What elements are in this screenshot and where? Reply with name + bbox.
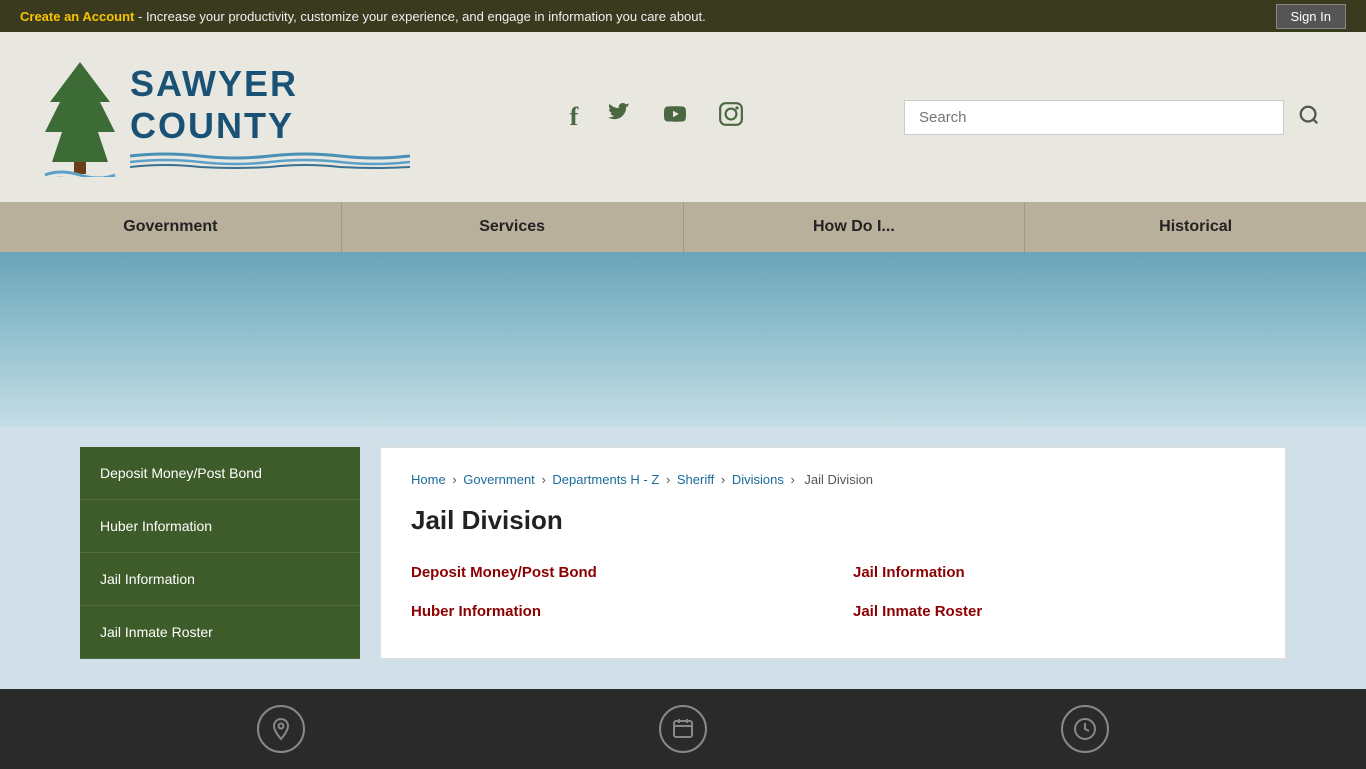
breadcrumb-departments[interactable]: Departments H - Z	[552, 472, 659, 487]
logo-name-line2: COUNTY	[130, 105, 410, 147]
nav-how-do-i[interactable]: How Do I...	[684, 202, 1026, 252]
page-title: Jail Division	[411, 505, 1255, 536]
content-area: Home › Government › Departments H - Z › …	[380, 447, 1286, 659]
nav-historical[interactable]: Historical	[1025, 202, 1366, 252]
footer-icon-1	[257, 705, 305, 753]
footer-circle-1	[257, 705, 305, 753]
nav-services[interactable]: Services	[342, 202, 684, 252]
link-deposit-money[interactable]: Deposit Money/Post Bond	[411, 558, 813, 587]
breadcrumb-sep1: ›	[452, 472, 460, 487]
content-links-grid: Deposit Money/Post Bond Jail Information…	[411, 558, 1255, 626]
search-button[interactable]	[1292, 98, 1326, 137]
sidebar-item-deposit-money[interactable]: Deposit Money/Post Bond	[80, 447, 360, 500]
breadcrumb: Home › Government › Departments H - Z › …	[411, 472, 1255, 487]
nav-bar: Government Services How Do I... Historic…	[0, 202, 1366, 252]
create-account-link[interactable]: Create an Account	[20, 9, 134, 24]
link-huber-info[interactable]: Huber Information	[411, 597, 813, 626]
instagram-icon[interactable]	[718, 101, 744, 134]
breadcrumb-sheriff[interactable]: Sheriff	[677, 472, 714, 487]
youtube-icon[interactable]	[660, 103, 690, 132]
top-bar-message: Create an Account - Increase your produc…	[20, 9, 706, 24]
sidebar-item-huber-info[interactable]: Huber Information	[80, 500, 360, 553]
sidebar-item-jail-inmate-roster[interactable]: Jail Inmate Roster	[80, 606, 360, 659]
tree-logo-icon	[40, 57, 120, 177]
twitter-icon[interactable]	[606, 103, 632, 132]
footer-circle-2	[659, 705, 707, 753]
footer-circle-3	[1061, 705, 1109, 753]
footer-icon-2	[659, 705, 707, 753]
breadcrumb-government[interactable]: Government	[463, 472, 535, 487]
footer-icon-3	[1061, 705, 1109, 753]
footer-strip	[0, 689, 1366, 769]
water-lines-icon	[130, 151, 410, 169]
logo-area: SAWYER COUNTY	[40, 57, 410, 177]
sidebar: Deposit Money/Post Bond Huber Informatio…	[80, 447, 360, 659]
breadcrumb-sep2: ›	[541, 472, 549, 487]
main-content: Deposit Money/Post Bond Huber Informatio…	[0, 427, 1366, 689]
logo-text-group: SAWYER COUNTY	[130, 63, 410, 172]
link-jail-info[interactable]: Jail Information	[853, 558, 1255, 587]
breadcrumb-sep4: ›	[721, 472, 729, 487]
link-jail-inmate-roster[interactable]: Jail Inmate Roster	[853, 597, 1255, 626]
header: SAWYER COUNTY f	[0, 32, 1366, 202]
top-bar: Create an Account - Increase your produc…	[0, 0, 1366, 32]
breadcrumb-home[interactable]: Home	[411, 472, 446, 487]
breadcrumb-current: Jail Division	[804, 472, 873, 487]
hero-banner	[0, 252, 1366, 427]
top-bar-text: - Increase your productivity, customize …	[134, 9, 705, 24]
sign-in-button[interactable]: Sign In	[1276, 4, 1346, 29]
sidebar-item-jail-info[interactable]: Jail Information	[80, 553, 360, 606]
facebook-icon[interactable]: f	[570, 102, 579, 132]
breadcrumb-sep5: ›	[790, 472, 798, 487]
breadcrumb-divisions[interactable]: Divisions	[732, 472, 784, 487]
social-icons: f	[410, 101, 904, 134]
nav-government[interactable]: Government	[0, 202, 342, 252]
breadcrumb-sep3: ›	[666, 472, 674, 487]
search-input[interactable]	[904, 100, 1284, 135]
logo-name-line1: SAWYER	[130, 63, 410, 105]
search-area	[904, 98, 1326, 137]
